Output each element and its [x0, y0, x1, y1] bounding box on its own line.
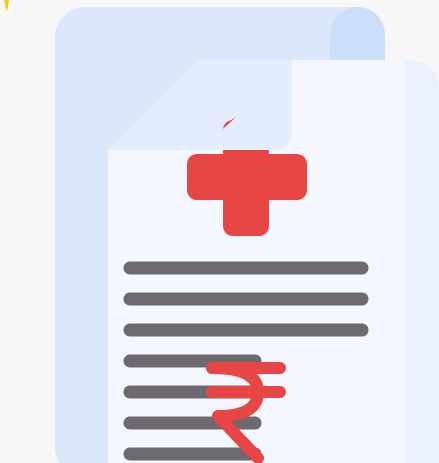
- front-document-edge: [405, 60, 439, 463]
- medical-bill-illustration: [0, 0, 439, 463]
- medical-bill-rupee-icon: [4, 0, 439, 463]
- sparkle-icon: [4, 0, 9, 12]
